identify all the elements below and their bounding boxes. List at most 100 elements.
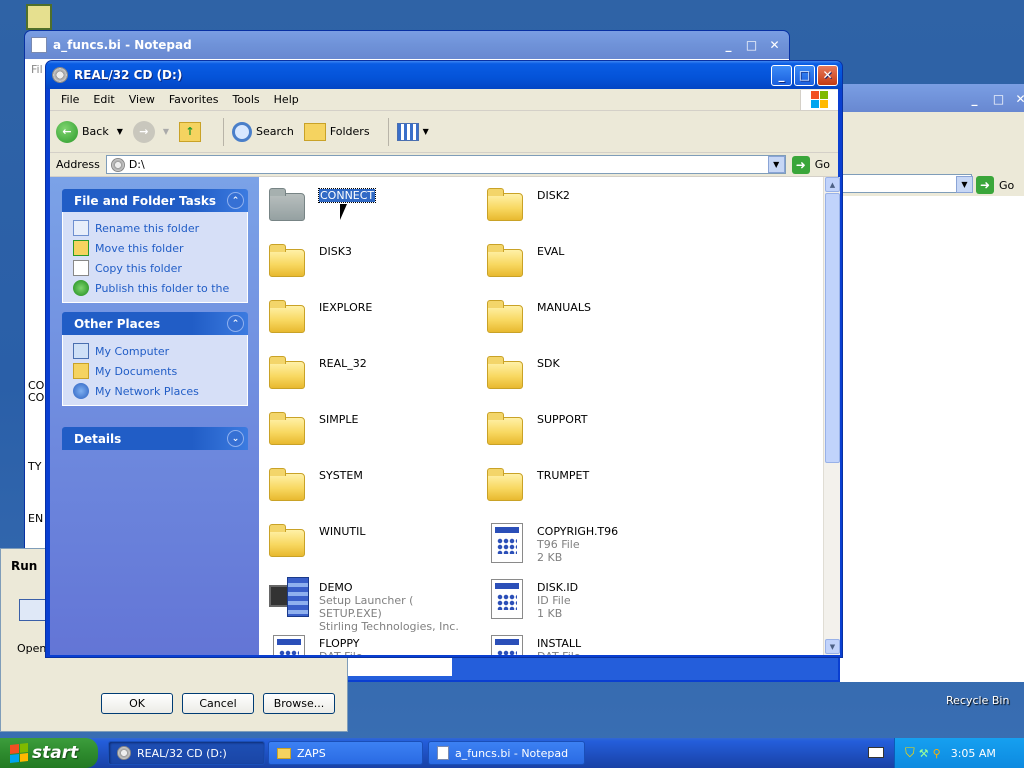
scroll-up-button[interactable]: ▲: [825, 177, 840, 192]
forward-dropdown-icon[interactable]: ▼: [163, 127, 169, 136]
keyboard-icon[interactable]: [868, 747, 884, 758]
file-item[interactable]: FLOPPYDAT File: [267, 631, 477, 655]
up-folder-icon: ↑: [179, 121, 202, 142]
cancel-button[interactable]: Cancel: [182, 693, 254, 714]
notepad-menu-file[interactable]: Fil: [31, 63, 43, 76]
cd-drive-icon: [117, 746, 131, 760]
bg-close-button[interactable]: ✕: [1010, 88, 1024, 109]
folder-item[interactable]: WINUTIL: [267, 519, 477, 569]
menu-edit[interactable]: Edit: [86, 93, 121, 106]
vertical-scrollbar[interactable]: ▲ ▼: [823, 177, 840, 655]
folder-item[interactable]: DISK3: [267, 239, 477, 289]
security-shield-icon[interactable]: ⛉: [905, 746, 915, 761]
my-network-places-link[interactable]: My Network Places: [73, 381, 247, 401]
browse-button[interactable]: Browse...: [263, 693, 335, 714]
search-tray-icon[interactable]: ⚲: [933, 747, 941, 760]
item-name: DISK.ID: [537, 581, 579, 594]
recycle-bin-label[interactable]: Recycle Bin: [946, 694, 1009, 707]
menu-file[interactable]: File: [54, 93, 86, 106]
folder-item[interactable]: SIMPLE: [267, 407, 477, 457]
menu-help[interactable]: Help: [267, 93, 306, 106]
menu-tools[interactable]: Tools: [226, 93, 267, 106]
desktop-shortcut-icon[interactable]: [26, 4, 52, 30]
taskbar-zaps-button[interactable]: ZAPS: [268, 741, 423, 765]
explorer-title-bar[interactable]: REAL/32 CD (D:) _ □ ✕: [46, 61, 842, 89]
search-button[interactable]: Search: [232, 121, 294, 142]
back-dropdown-icon[interactable]: ▼: [117, 127, 123, 136]
file-folder-tasks-header[interactable]: File and Folder Tasks ⌃: [62, 189, 248, 212]
forward-button[interactable]: → ▼: [132, 120, 169, 143]
file-item[interactable]: DISK.ID ID File 1 KB: [485, 575, 695, 625]
minimize-button[interactable]: _: [771, 64, 792, 86]
windows-flag-icon: [10, 743, 28, 763]
network-places-icon: [73, 383, 89, 399]
folder-icon: [485, 239, 529, 283]
views-button[interactable]: ▼: [396, 122, 429, 141]
minimize-button[interactable]: _: [718, 35, 739, 56]
notepad-icon: [437, 746, 449, 760]
item-line2: DAT File: [319, 650, 363, 655]
rename-folder-link[interactable]: Rename this folder: [73, 218, 247, 238]
item-name: EVAL: [537, 245, 565, 258]
publish-folder-link[interactable]: Publish this folder to the: [73, 278, 247, 298]
folder-item[interactable]: REAL_32: [267, 351, 477, 401]
scroll-down-button[interactable]: ▼: [825, 639, 840, 654]
file-item[interactable]: COPYRIGH.T96 T96 File 2 KB: [485, 519, 695, 569]
bg-go-button[interactable]: ➜ Go: [976, 176, 1014, 194]
folder-icon: [267, 407, 311, 451]
close-button[interactable]: ✕: [817, 64, 838, 86]
go-arrow-icon: ➜: [976, 176, 994, 194]
file-item[interactable]: DEMO Setup Launcher ( SETUP.EXE) Stirling …: [267, 575, 477, 633]
bg-maximize-button[interactable]: □: [988, 88, 1009, 109]
notepad-text-ty: TY: [28, 460, 42, 473]
item-name: DEMO: [319, 581, 353, 594]
copy-folder-link[interactable]: Copy this folder: [73, 258, 247, 278]
folder-item[interactable]: MANUALS: [485, 295, 695, 345]
document-icon: [485, 631, 529, 655]
up-folder-button[interactable]: ↑: [179, 121, 205, 142]
address-dropdown[interactable]: ▼: [767, 156, 785, 173]
folder-item[interactable]: SDK: [485, 351, 695, 401]
scroll-thumb[interactable]: [825, 193, 840, 463]
menu-view[interactable]: View: [122, 93, 162, 106]
start-button[interactable]: start: [0, 738, 98, 768]
bg-address-dropdown[interactable]: ▼: [956, 176, 973, 193]
other-places-header[interactable]: Other Places ⌃: [62, 312, 248, 335]
taskbar-explorer-button[interactable]: REAL/32 CD (D:): [108, 741, 265, 765]
details-header[interactable]: Details ⌄: [62, 427, 248, 450]
system-tray: ⛉ ⚒ ⚲ 3:05 AM: [894, 738, 1024, 768]
go-button[interactable]: ➜ Go: [791, 155, 830, 174]
collapse-chevron-icon[interactable]: ⌃: [227, 315, 244, 332]
folders-button[interactable]: Folders: [303, 122, 370, 141]
my-computer-link[interactable]: My Computer: [73, 341, 247, 361]
folder-item[interactable]: EVAL: [485, 239, 695, 289]
move-folder-link[interactable]: Move this folder: [73, 238, 247, 258]
folder-item[interactable]: SUPPORT: [485, 407, 695, 457]
folder-item[interactable]: DISK2: [485, 183, 695, 233]
notepad-title-bar[interactable]: a_funcs.bi - Notepad _ □ ✕: [25, 31, 789, 59]
folder-item[interactable]: CONNECT: [267, 183, 477, 233]
publish-web-icon: [73, 280, 89, 296]
address-field[interactable]: D:\ ▼: [105, 155, 786, 174]
ok-button[interactable]: OK: [101, 693, 173, 714]
back-button[interactable]: ← Back ▼: [56, 120, 123, 143]
folder-item[interactable]: IEXPLORE: [267, 295, 477, 345]
close-button[interactable]: ✕: [764, 35, 785, 56]
maximize-button[interactable]: □: [794, 64, 815, 86]
folders-icon: [303, 122, 326, 141]
item-name: REAL_32: [319, 357, 367, 370]
maximize-button[interactable]: □: [741, 35, 762, 56]
bg-minimize-button[interactable]: _: [964, 88, 985, 109]
windows-logo-icon: [800, 89, 838, 110]
collapse-chevron-icon[interactable]: ⌃: [227, 192, 244, 209]
file-item[interactable]: INSTALLDAT File: [485, 631, 695, 655]
taskbar: start REAL/32 CD (D:) ZAPS a_funcs.bi - …: [0, 738, 1024, 768]
my-documents-link[interactable]: My Documents: [73, 361, 247, 381]
folder-item[interactable]: TRUMPET: [485, 463, 695, 513]
expand-chevron-icon[interactable]: ⌄: [227, 430, 244, 447]
folder-item[interactable]: SYSTEM: [267, 463, 477, 513]
network-icon[interactable]: ⚒: [919, 747, 929, 760]
item-line2: ID File: [537, 594, 571, 607]
taskbar-notepad-button[interactable]: a_funcs.bi - Notepad: [428, 741, 585, 765]
menu-favorites[interactable]: Favorites: [162, 93, 226, 106]
